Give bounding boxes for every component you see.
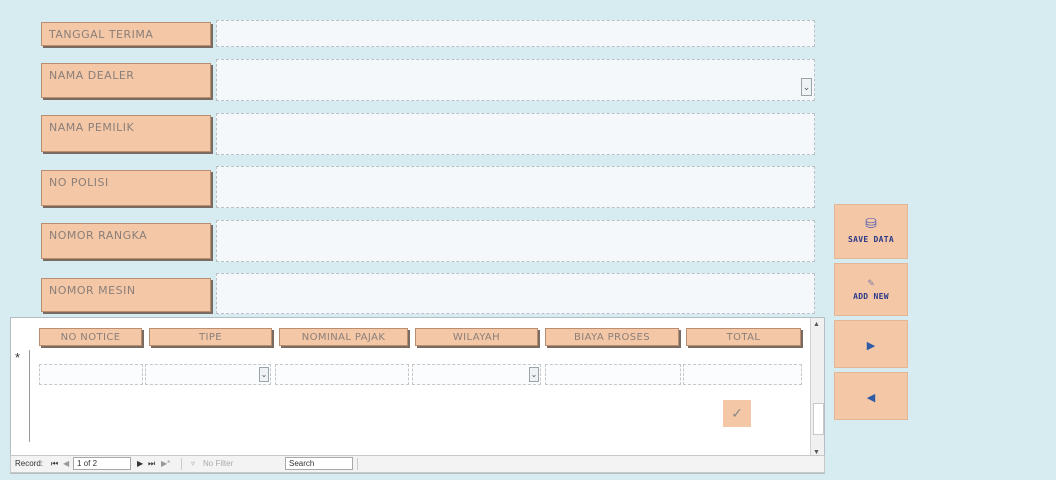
- record-selector[interactable]: *: [11, 350, 30, 442]
- nama-pemilik-field[interactable]: [216, 113, 815, 155]
- label-tanggal-terima: TANGGAL TERIMA: [41, 22, 211, 46]
- new-record-marker: *: [15, 350, 21, 365]
- no-filter-label[interactable]: No Filter: [203, 459, 233, 468]
- nav-separator: [357, 458, 358, 470]
- col-no-notice: NO NOTICE: [39, 328, 142, 346]
- next-record-button[interactable]: ▶: [834, 320, 908, 368]
- chevron-down-icon[interactable]: ⌄: [801, 78, 812, 96]
- label-no-polisi: NO POLISI: [41, 170, 211, 206]
- col-total: TOTAL: [686, 328, 801, 346]
- wilayah-combo[interactable]: ⌄: [412, 364, 541, 385]
- col-nominal-pajak: NOMINAL PAJAK: [279, 328, 408, 346]
- nav-separator: [181, 458, 182, 470]
- chevron-down-icon[interactable]: ⌄: [529, 367, 539, 382]
- last-record-icon[interactable]: ⏭: [148, 459, 155, 469]
- label-nama-dealer: NAMA DEALER: [41, 63, 211, 98]
- biaya-proses-input[interactable]: [545, 364, 681, 385]
- current-record-input[interactable]: 1 of 2: [73, 457, 131, 470]
- filter-icon: ▿: [191, 459, 196, 468]
- nomor-rangka-field[interactable]: [216, 220, 815, 262]
- save-data-label: SAVE DATA: [847, 235, 895, 244]
- detail-subform: NO NOTICE TIPE NOMINAL PAJAK WILAYAH BIA…: [10, 317, 825, 474]
- add-new-label: ADD NEW: [853, 292, 889, 301]
- col-tipe: TIPE: [149, 328, 272, 346]
- no-notice-input[interactable]: [39, 364, 143, 385]
- nama-dealer-combo[interactable]: ⌄: [216, 59, 815, 101]
- add-new-button[interactable]: ✎ ADD NEW: [834, 263, 908, 316]
- add-icon: ✎: [867, 278, 875, 288]
- check-icon: ✓: [731, 405, 743, 421]
- nominal-pajak-input[interactable]: [275, 364, 409, 385]
- new-record-nav-icon[interactable]: ▶*: [161, 459, 170, 468]
- prev-arrow-icon: ◀: [866, 392, 876, 404]
- label-nomor-mesin: NOMOR MESIN: [41, 278, 211, 312]
- save-data-button[interactable]: ⛁ SAVE DATA: [834, 204, 908, 259]
- nomor-mesin-field[interactable]: [216, 273, 815, 314]
- tanggal-terima-field[interactable]: [216, 20, 815, 47]
- label-nama-pemilik: NAMA PEMILIK: [41, 115, 211, 152]
- record-label: Record:: [15, 459, 44, 468]
- tipe-combo[interactable]: ⌄: [145, 364, 271, 385]
- main-form: TANGGAL TERIMA NAMA DEALER ⌄ NAMA PEMILI…: [0, 0, 1056, 480]
- next-nav-icon[interactable]: ▶: [137, 459, 143, 468]
- scroll-up-icon[interactable]: ▲: [813, 321, 820, 328]
- search-input[interactable]: Search: [285, 457, 353, 470]
- col-biaya-proses: BIAYA PROSES: [545, 328, 679, 346]
- label-nomor-rangka: NOMOR RANGKA: [41, 223, 211, 259]
- save-icon: ⛁: [865, 215, 877, 231]
- no-polisi-field[interactable]: [216, 166, 815, 208]
- subform-scrollbar[interactable]: ▲ ▼: [810, 318, 824, 458]
- previous-record-button[interactable]: ◀: [834, 372, 908, 420]
- confirm-button[interactable]: ✓: [723, 400, 751, 427]
- first-record-icon[interactable]: ⏮: [51, 459, 58, 469]
- next-arrow-icon: ▶: [866, 340, 876, 352]
- chevron-down-icon[interactable]: ⌄: [259, 367, 269, 382]
- col-wilayah: WILAYAH: [415, 328, 538, 346]
- record-navigation-bar: Record: ⏮ ◀ 1 of 2 ▶ ⏭ ▶* ▿ No Filter Se…: [10, 455, 825, 473]
- previous-nav-icon[interactable]: ◀: [63, 459, 69, 468]
- total-input[interactable]: [683, 364, 802, 385]
- scroll-thumb[interactable]: [813, 403, 824, 435]
